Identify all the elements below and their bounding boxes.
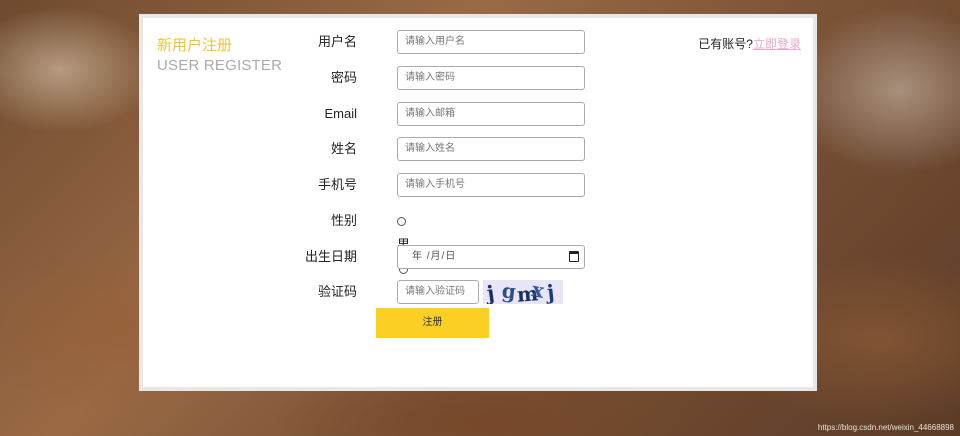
- name-input[interactable]: 请输入姓名: [397, 137, 585, 161]
- register-title: 新用户注册 USER REGISTER: [157, 36, 282, 76]
- birthday-label: 出生日期: [304, 249, 357, 264]
- login-hint: 已有账号?立即登录: [698, 36, 801, 52]
- email-input[interactable]: 请输入邮箱: [397, 102, 585, 126]
- captcha-char: x: [530, 280, 546, 303]
- captcha-char: j: [545, 280, 556, 304]
- login-hint-text: 已有账号?: [698, 37, 753, 51]
- captcha-char: g: [500, 280, 518, 304]
- username-input[interactable]: 请输入用户名: [397, 30, 585, 54]
- watermark: https://blog.csdn.net/weixin_44668898: [817, 423, 954, 432]
- phone-input[interactable]: 请输入手机号: [397, 173, 585, 197]
- captcha-label: 验证码: [317, 284, 357, 299]
- register-title-en: USER REGISTER: [157, 57, 283, 74]
- register-title-cn: 新用户注册: [157, 37, 233, 54]
- phone-label: 手机号: [317, 177, 357, 192]
- login-link[interactable]: 立即登录: [753, 37, 801, 51]
- name-label: 姓名: [330, 141, 357, 156]
- username-label: 用户名: [317, 34, 357, 49]
- register-panel: 新用户注册 USER REGISTER 已有账号?立即登录 用户名 请输入用户名…: [139, 14, 817, 391]
- captcha-image[interactable]: jgmxj: [483, 280, 563, 304]
- register-button[interactable]: 注册: [376, 308, 489, 338]
- email-label: Email: [324, 106, 357, 121]
- password-input[interactable]: 请输入密码: [397, 66, 585, 90]
- captcha-input[interactable]: 请输入验证码: [397, 280, 479, 304]
- password-label: 密码: [330, 70, 357, 85]
- calendar-icon[interactable]: [569, 251, 579, 262]
- gender-label: 性别: [330, 213, 357, 228]
- birthday-input[interactable]: 年 /月/日: [397, 245, 585, 269]
- captcha-char: j: [485, 280, 496, 304]
- birthday-placeholder: 年 /月/日: [412, 251, 457, 262]
- radio-male[interactable]: [397, 217, 406, 226]
